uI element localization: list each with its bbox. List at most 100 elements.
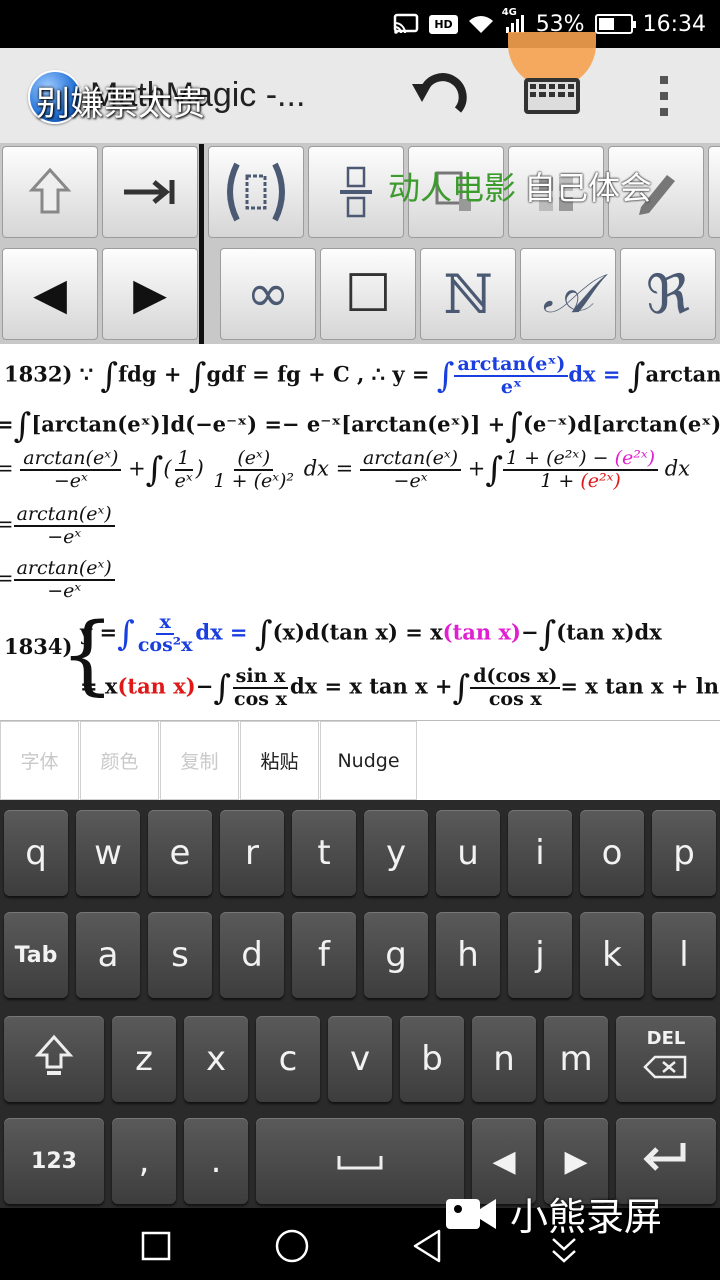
key-j[interactable]: j: [508, 912, 572, 998]
key-o[interactable]: o: [580, 810, 644, 896]
toolbar-overflow-key[interactable]: [708, 146, 720, 238]
integral-sign: ∫: [188, 355, 207, 396]
keyboard-icon[interactable]: [520, 72, 584, 120]
key-k[interactable]: k: [580, 912, 644, 998]
fraction-numerator: (eˣ): [234, 448, 274, 471]
script-a-button[interactable]: 𝒜: [520, 248, 616, 340]
equation-line-1832: 1832) ∵ ∫fdg + ∫gdf = fg + C , ∴ y = ∫ ar…: [4, 354, 720, 398]
integral-sign: ∫: [485, 449, 504, 490]
math-text: 1 +: [540, 469, 575, 492]
key-v[interactable]: v: [328, 1016, 392, 1102]
math-text: +: [467, 456, 486, 481]
fraction: arctan(eˣ) eˣ: [454, 354, 569, 398]
paste-button[interactable]: 粘贴: [240, 721, 319, 800]
fraction: arctan(eˣ) −eˣ: [359, 448, 462, 492]
key-q[interactable]: q: [4, 810, 68, 896]
math-text-pink: (tan x): [442, 619, 521, 645]
equation-line-4: =arctan(eˣ)−eˣ: [0, 504, 115, 548]
math-text: dx =: [195, 619, 248, 645]
key-f[interactable]: f: [292, 912, 356, 998]
equation-line-5: =arctan(eˣ)−eˣ: [0, 558, 115, 602]
math-text: =: [0, 512, 14, 536]
key-z[interactable]: z: [112, 1016, 176, 1102]
key-s[interactable]: s: [148, 912, 212, 998]
integral-sign: ∫: [505, 406, 523, 446]
key-y[interactable]: y: [364, 810, 428, 896]
integral-sign: ∫: [213, 667, 232, 708]
space-icon: [335, 1141, 385, 1181]
key-r[interactable]: r: [220, 810, 284, 896]
integral-sign: ∫: [452, 667, 471, 708]
fraktur-r-button[interactable]: ℜ: [620, 248, 716, 340]
math-text: = x: [80, 673, 118, 699]
edit-menu: 字体 颜色 复制 粘贴 Nudge: [0, 720, 720, 800]
integral-sign: ∫: [254, 613, 273, 654]
fraction-numerator: arctan(eˣ): [13, 504, 115, 527]
back-icon[interactable]: [408, 1226, 448, 1266]
parentheses-icon[interactable]: [208, 146, 304, 238]
shift-icon: [34, 1033, 74, 1086]
fraction: arctan(eˣ) −eˣ: [20, 448, 122, 492]
key-comma[interactable]: ,: [112, 1118, 176, 1204]
key-i[interactable]: i: [508, 810, 572, 896]
key-l[interactable]: l: [652, 912, 716, 998]
key-period[interactable]: .: [184, 1118, 248, 1204]
key-space[interactable]: [256, 1118, 464, 1204]
watermark-primary: 动人电影: [388, 169, 517, 207]
copy-button[interactable]: 复制: [160, 721, 239, 800]
math-text: gdf = fg + C , ∴ y =: [206, 361, 430, 387]
equation-editor[interactable]: 1832) ∵ ∫fdg + ∫gdf = fg + C , ∴ y = ∫ ar…: [0, 344, 720, 720]
key-p[interactable]: p: [652, 810, 716, 896]
key-w[interactable]: w: [76, 810, 140, 896]
math-text: dx: [664, 456, 690, 481]
key-x[interactable]: x: [184, 1016, 248, 1102]
cursor-left-button[interactable]: ◀: [2, 248, 98, 340]
key-shift[interactable]: [4, 1016, 104, 1102]
shift-arrow-icon[interactable]: [2, 146, 98, 238]
app-bar: MathMagic -... 别嫌票太贵: [0, 32, 720, 144]
integral-sign: ∫: [100, 355, 119, 396]
more-vert-icon[interactable]: [646, 72, 682, 120]
math-text: (tan x)dx: [556, 619, 662, 645]
fraction: 1 + (e²ˣ) − (e²ˣ) 1 + (e²ˣ): [503, 447, 659, 492]
key-g[interactable]: g: [364, 912, 428, 998]
key-c[interactable]: c: [256, 1016, 320, 1102]
key-u[interactable]: u: [436, 810, 500, 896]
math-text: =: [0, 566, 14, 590]
recent-apps-icon[interactable]: [136, 1226, 176, 1266]
equation-line-3: = arctan(eˣ)−eˣ +∫(1eˣ) (eˣ)1 + (eˣ)² dx…: [0, 448, 690, 492]
fraction-numerator: 1: [174, 448, 193, 471]
key-e[interactable]: e: [148, 810, 212, 896]
undo-icon[interactable]: [408, 70, 472, 126]
math-text: ∵: [79, 361, 94, 387]
math-text: = x tan x + ln|: [560, 673, 720, 699]
box-button[interactable]: ☐: [320, 248, 416, 340]
key-delete[interactable]: DEL: [616, 1016, 716, 1102]
color-button[interactable]: 颜色: [80, 721, 159, 800]
key-tab[interactable]: Tab: [4, 912, 68, 998]
font-button[interactable]: 字体: [0, 721, 79, 800]
double-struck-n-button[interactable]: ℕ: [420, 248, 516, 340]
math-text-red: (e²ˣ): [580, 469, 621, 492]
key-n[interactable]: n: [472, 1016, 536, 1102]
status-bar: HD 4G 53% 16:34: [0, 0, 720, 48]
key-d[interactable]: d: [220, 912, 284, 998]
fraction-denominator: −eˣ: [47, 579, 82, 602]
fraction-denominator: 1 + (eˣ)²: [213, 469, 295, 492]
math-text: 1 + (e²ˣ) −: [506, 447, 609, 469]
fraction-numerator: arctan(eˣ): [20, 448, 122, 471]
home-icon[interactable]: [272, 1226, 312, 1266]
infinity-button[interactable]: ∞: [220, 248, 316, 340]
key-123[interactable]: 123: [4, 1118, 104, 1204]
overlay-caption: 别嫌票太贵: [36, 84, 206, 124]
key-m[interactable]: m: [544, 1016, 608, 1102]
tab-arrow-icon[interactable]: [102, 146, 198, 238]
key-h[interactable]: h: [436, 912, 500, 998]
nudge-button[interactable]: Nudge: [320, 721, 417, 800]
cursor-right-button[interactable]: ▶: [102, 248, 198, 340]
key-t[interactable]: t: [292, 810, 356, 896]
key-a[interactable]: a: [76, 912, 140, 998]
math-text: ): [195, 456, 204, 481]
hd-icon: HD: [429, 14, 458, 34]
key-b[interactable]: b: [400, 1016, 464, 1102]
